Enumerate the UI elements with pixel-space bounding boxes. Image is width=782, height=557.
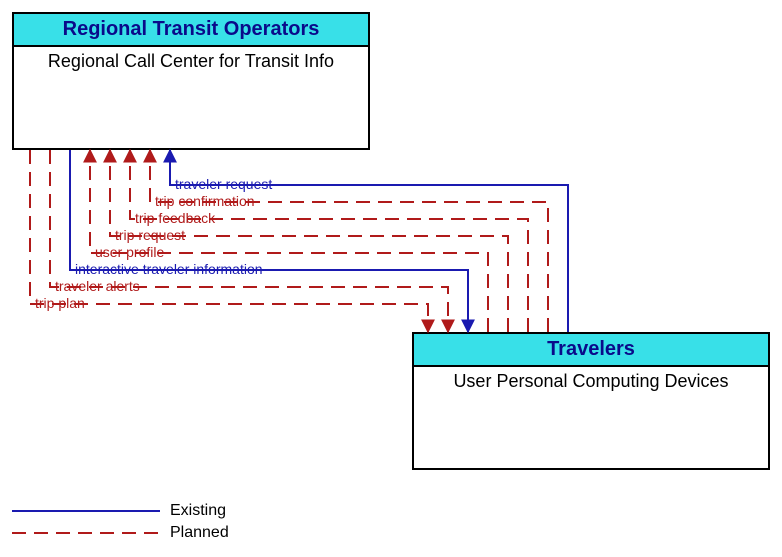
flow-user-profile-label: user profile (95, 244, 164, 260)
flow-interactive-traveler-information-label: interactive traveler information (75, 261, 263, 277)
legend-existing-label: Existing (170, 502, 226, 520)
flow-trip-confirmation-label: trip confirmation (155, 193, 255, 209)
flow-trip-request-label: trip request (115, 227, 185, 243)
flow-traveler-request-label: traveler request (175, 176, 272, 192)
legend-planned-label: Planned (170, 524, 229, 542)
flow-traveler-alerts-label: traveler alerts (55, 278, 140, 294)
flow-trip-feedback-label: trip feedback (135, 210, 215, 226)
flow-trip-plan-label: trip plan (35, 295, 85, 311)
